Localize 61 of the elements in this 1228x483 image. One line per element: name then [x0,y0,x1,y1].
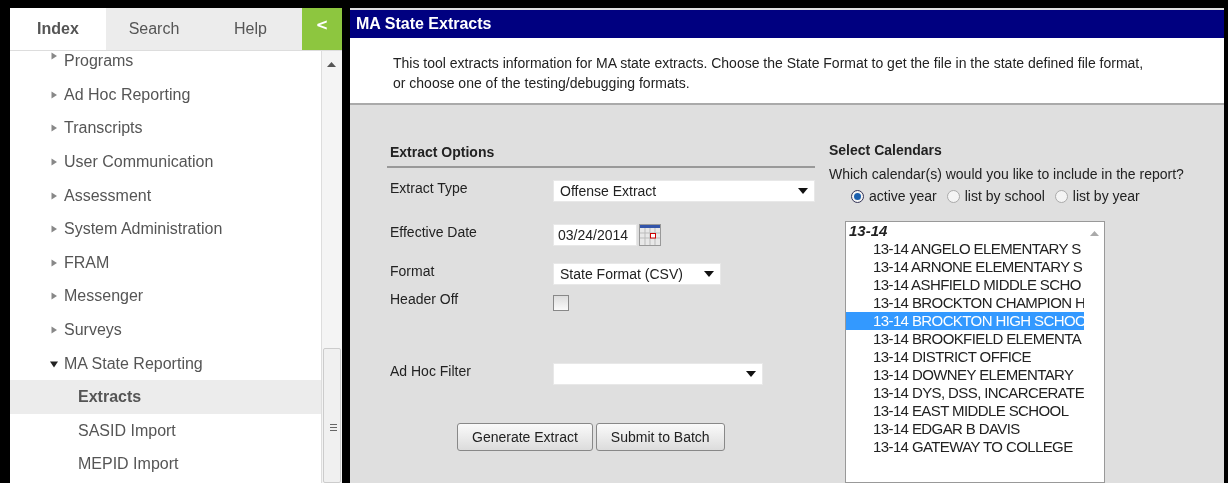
calendar-option[interactable]: 13-14 EDGAR B DAVIS [846,420,1084,438]
field-label: Format [389,263,436,279]
nav-item[interactable]: Surveys [10,313,321,347]
checkbox[interactable] [553,295,569,311]
scrollbar-thumb[interactable] [323,348,341,483]
date-field[interactable]: 03/24/2014 [553,224,637,246]
calendar-option[interactable]: 13-14 EAST MIDDLE SCHOOL [846,402,1084,420]
caret-down-icon [746,371,756,377]
nav-tab[interactable]: Index [10,8,106,50]
nav-item[interactable]: Transcripts [10,111,321,146]
field-label: Ad Hoc Filter [389,363,472,379]
nav-tab[interactable]: Search [106,8,202,50]
calendar-option[interactable]: 13-14 ARNONE ELEMENTARY S [846,258,1084,276]
caret-down-icon [798,188,808,194]
section-heading: Select Calendars [829,142,943,158]
dropdown[interactable]: State Format (CSV) [553,263,721,285]
radio-option[interactable]: active year [851,188,937,204]
calendar-option[interactable]: 13-14 DYS, DSS, INCARCERATE [846,384,1084,402]
calendar-option[interactable]: 13-14 GATEWAY TO COLLEGE [846,438,1084,456]
field-label: Header Off [389,291,460,307]
question-text: Which calendar(s) would you like to include in the report? [829,166,1185,182]
nav-subitem[interactable]: SASID Import [10,413,321,448]
radio-option[interactable]: list by school [946,188,1045,204]
radio-button[interactable] [946,189,960,203]
field-label: Effective Date [389,224,478,240]
nav-subitem[interactable]: Extracts [10,380,321,414]
field-label: Extract Type [389,180,469,196]
calendar-icon[interactable] [639,224,661,246]
nav-item[interactable]: Ad Hoc Reporting [10,78,321,112]
nav-item[interactable]: Messenger [10,279,321,314]
nav-item[interactable]: MA State Reporting [10,346,321,381]
caret-down-icon [704,271,714,277]
nav-tab[interactable]: Help [202,8,299,50]
action-button[interactable]: Submit to Batch [595,423,725,451]
section-heading: Extract Options [387,142,815,168]
dropdown[interactable]: Offense Extract [553,180,815,202]
calendar-option[interactable]: 13-14 ANGELO ELEMENTARY S [846,240,1084,258]
calendar-option[interactable]: 13-14 ASHFIELD MIDDLE SCHO [846,276,1084,294]
radio-option[interactable]: list by year [1054,188,1140,204]
radio-label[interactable]: list by school [964,188,1045,204]
nav-item[interactable]: Assessment [10,178,321,213]
calendar-option[interactable]: 13-14 BROOKFIELD ELEMENTA [846,330,1084,348]
action-button[interactable]: Generate Extract [457,423,593,451]
nav-item[interactable]: FRAM [10,245,321,280]
calendar-option[interactable]: 13-14 DOWNEY ELEMENTARY [846,366,1084,384]
radio-button[interactable] [851,189,864,203]
radio-label[interactable]: active year [869,188,937,204]
panel-title: MA State Extracts [350,10,1224,38]
group-label: 13-14 [848,222,889,240]
grip-icon [330,424,337,431]
description-text: This tool extracts information for MA state extracts. Choose the State Format to get the file in the state defined file format, or choose one of the testing/debugging formats. [350,37,1224,105]
calendar-listbox[interactable] [845,221,1105,483]
nav-subitem[interactable]: MEPID Import [10,447,321,482]
nav-item[interactable]: System Administration [10,212,321,246]
scroll-up-icon[interactable] [327,62,336,67]
radio-button[interactable] [1054,189,1068,203]
nav-item[interactable]: Programs [10,51,321,78]
radio-label[interactable]: list by year [1072,188,1140,204]
calendar-option[interactable]: 13-14 BROCKTON CHAMPION H [846,294,1084,312]
calendar-option[interactable]: 13-14 DISTRICT OFFICE [846,348,1084,366]
nav-item[interactable]: User Communication [10,145,321,179]
